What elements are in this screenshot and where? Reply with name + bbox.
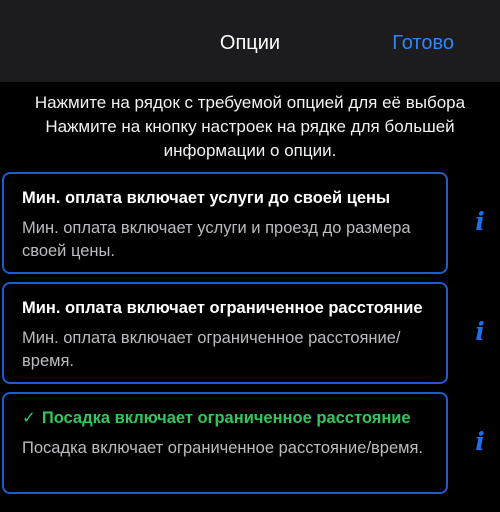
done-button[interactable]: Готово [392,32,454,55]
option-title-text: Посадка включает ограниченное расстояние [41,409,411,427]
option-title: Мин. оплата включает услуги до своей цен… [22,189,391,207]
info-icon[interactable]: i [470,317,490,346]
option-row-min-fare-distance[interactable]: Мин. оплата включает ограниченное рассто… [2,282,448,384]
option-title-selected: ✓ Посадка включает ограниченное расстояни… [22,408,446,428]
checkmark-icon: ✓ [22,409,36,427]
option-title: Мин. оплата включает ограниченное рассто… [22,299,423,317]
info-icon[interactable]: i [470,427,490,456]
option-row-boarding-distance[interactable]: ✓ Посадка включает ограниченное расстояни… [2,392,448,494]
option-description: Мин. оплата включает ограниченное рассто… [22,329,401,370]
instructions-text: Нажмите на рядок с требуемой опцией для … [34,93,466,160]
option-description: Мин. оплата включает услуги и проезд до … [22,219,411,260]
info-icon[interactable]: i [470,207,490,236]
navigation-bar: Опции Готово [0,0,500,82]
option-description: Посадка включает ограниченное расстояние… [22,439,424,457]
option-row-min-fare-services[interactable]: Мин. оплата включает услуги до своей цен… [2,172,448,274]
